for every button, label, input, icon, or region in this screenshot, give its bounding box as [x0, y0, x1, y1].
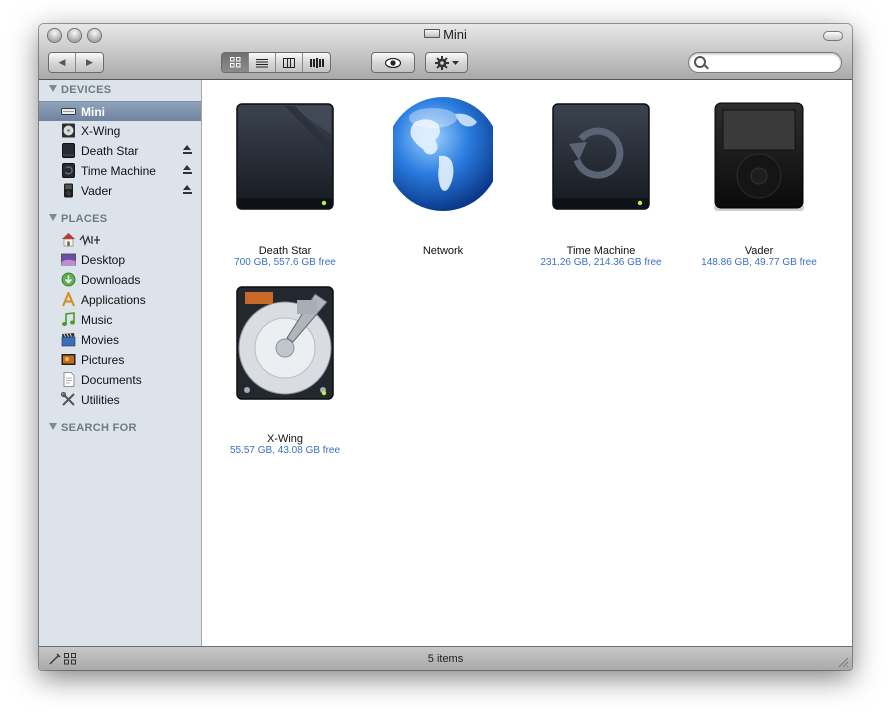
icon-view-button[interactable] [222, 53, 249, 72]
places-section-header[interactable]: PLACES [49, 213, 107, 227]
pictures-icon [61, 354, 76, 365]
coverflow-view-icon [309, 57, 324, 68]
file-browser: Death Star 700 GB, 557.6 GB free Network [202, 80, 852, 646]
sidebar-item-music[interactable]: Music [39, 310, 201, 330]
external-drive-icon [236, 103, 334, 210]
sidebar-item-downloads[interactable]: Downloads [39, 270, 201, 290]
external-drive-icon [62, 143, 75, 158]
devices-section-header[interactable]: DEVICES [49, 84, 111, 98]
time-machine-drive-icon [62, 163, 75, 178]
eject-icon[interactable] [183, 145, 192, 155]
back-button[interactable]: ◀ [49, 53, 76, 72]
eject-icon[interactable] [183, 165, 192, 175]
sidebar-item-time-machine[interactable]: Time Machine [39, 161, 201, 181]
disclosure-triangle-icon[interactable] [49, 85, 57, 92]
chevron-down-icon [451, 60, 459, 65]
sidebar-item-pictures[interactable]: Pictures [39, 350, 201, 370]
eye-icon [385, 57, 401, 68]
home-icon [62, 233, 75, 247]
titlebar: Mini ◀ ▶ [39, 24, 852, 80]
network-globe-icon [393, 97, 493, 211]
window-title: Mini [39, 27, 852, 42]
documents-icon [63, 372, 75, 387]
quick-look-button[interactable] [371, 52, 415, 73]
sidebar-item-desktop[interactable]: Desktop [39, 250, 201, 270]
sidebar-item-applications[interactable]: Applications [39, 290, 201, 310]
music-icon [62, 312, 75, 326]
sidebar-item-death-star[interactable]: Death Star [39, 141, 201, 161]
back-arrow-icon: ◀ [58, 57, 66, 67]
search-for-section-header[interactable]: SEARCH FOR [49, 422, 137, 436]
home-folder-name-glyph [79, 234, 100, 246]
sidebar-item-mini[interactable]: Mini [39, 101, 201, 121]
action-button[interactable] [425, 52, 468, 73]
forward-button[interactable]: ▶ [76, 53, 103, 72]
search-input[interactable] [709, 55, 837, 72]
resize-grip-icon[interactable] [838, 657, 849, 668]
list-view-button[interactable] [249, 53, 276, 72]
disclosure-triangle-icon[interactable] [49, 214, 57, 221]
desktop-icon [61, 253, 76, 266]
sidebar-item-home[interactable] [39, 230, 201, 250]
list-view-icon [256, 58, 268, 67]
icon-view-icon [229, 57, 240, 68]
sidebar-item-x-wing[interactable]: X-Wing [39, 121, 201, 141]
hard-disk-icon [62, 123, 75, 138]
view-mode-control [221, 52, 331, 73]
item-count: 5 items [427, 653, 464, 665]
finder-window: Mini ◀ ▶ DEVICES Mini X-Wing Death Star … [39, 24, 852, 670]
ipod-icon [714, 102, 804, 211]
sidebar: DEVICES Mini X-Wing Death Star Time Mach… [39, 80, 202, 646]
eject-icon[interactable] [183, 185, 192, 195]
back-forward-control: ◀ ▶ [48, 52, 104, 73]
hard-disk-icon [236, 286, 334, 400]
column-view-button[interactable] [276, 53, 303, 72]
column-view-icon [283, 57, 295, 68]
computer-icon [61, 108, 76, 115]
search-field[interactable] [688, 52, 842, 73]
sidebar-item-vader[interactable]: Vader [39, 181, 201, 201]
applications-icon [62, 292, 75, 307]
status-bar: 5 items [39, 646, 852, 670]
search-icon [694, 56, 706, 68]
sidebar-item-movies[interactable]: Movies [39, 330, 201, 350]
sidebar-item-documents[interactable]: Documents [39, 370, 201, 390]
downloads-icon [61, 272, 76, 287]
coverflow-view-button[interactable] [303, 53, 330, 72]
forward-arrow-icon: ▶ [86, 57, 93, 67]
computer-icon [424, 29, 441, 38]
time-machine-drive-icon [552, 103, 650, 210]
movies-icon [61, 333, 76, 347]
disclosure-triangle-icon[interactable] [49, 423, 57, 430]
gear-icon [434, 55, 449, 70]
sidebar-item-utilities[interactable]: Utilities [39, 390, 201, 410]
toolbar-toggle-button[interactable] [823, 31, 843, 41]
utilities-icon [61, 392, 75, 406]
ipod-icon [64, 183, 73, 198]
